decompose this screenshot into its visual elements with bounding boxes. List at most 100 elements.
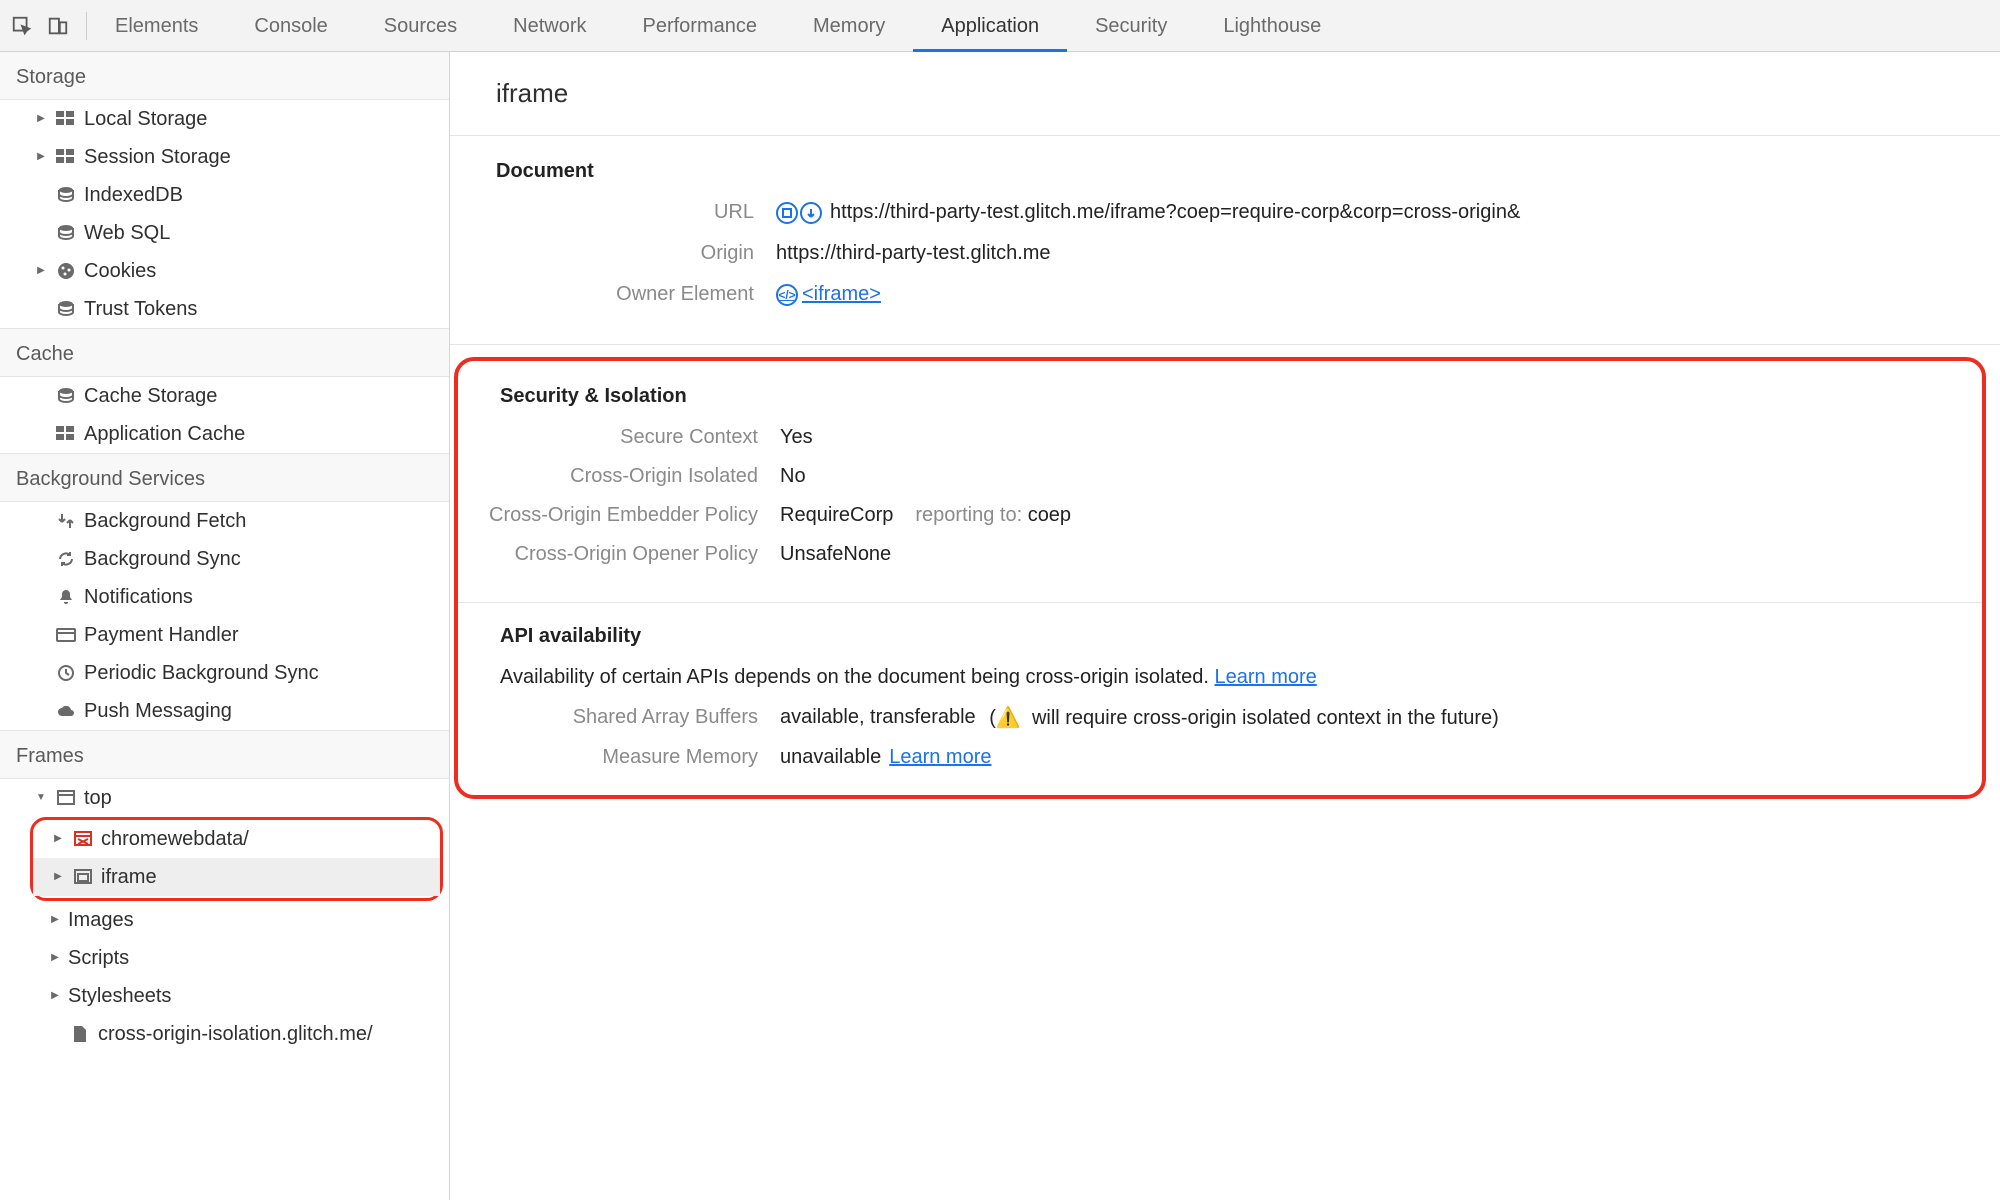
api-availability-section: API availability Availability of certain…: [458, 603, 1982, 769]
expand-arrow-icon: ▶: [48, 981, 62, 1011]
sidebar-item-chromewebdata[interactable]: ▶ chromewebdata/: [33, 820, 440, 858]
url-label: URL: [496, 201, 754, 224]
device-toolbar-icon[interactable]: [44, 12, 72, 40]
sidebar-item-bg-sync[interactable]: Background Sync: [0, 540, 449, 578]
sidebar-item-iframe[interactable]: ▶ iframe: [33, 858, 440, 896]
tree-label: Background Fetch: [84, 506, 246, 536]
row-url: URL https://third-party-test.glitch.me/i…: [496, 201, 1954, 224]
sidebar-item-local-storage[interactable]: ▶ Local Storage: [0, 100, 449, 138]
tree-label: iframe: [101, 862, 157, 892]
owner-element-link[interactable]: </> <iframe>: [776, 283, 881, 306]
sidebar-item-indexeddb[interactable]: IndexedDB: [0, 176, 449, 214]
devtools-tabs: Elements Console Sources Network Perform…: [95, 0, 1349, 52]
bell-icon: [54, 587, 78, 607]
tab-application[interactable]: Application: [913, 0, 1067, 52]
coi-value: No: [780, 465, 806, 488]
sidebar-item-payment-handler[interactable]: Payment Handler: [0, 616, 449, 654]
open-url-icon[interactable]: [800, 202, 822, 224]
origin-label: Origin: [496, 242, 754, 265]
inspect-element-icon[interactable]: [8, 12, 36, 40]
tab-sources[interactable]: Sources: [356, 0, 485, 52]
database-icon: [54, 185, 78, 205]
coep-reporting-label: reporting to:: [915, 504, 1022, 526]
sab-value: available, transferable: [780, 706, 976, 729]
expand-arrow-icon: ▶: [48, 943, 62, 973]
expand-arrow-icon: ▶: [48, 905, 62, 935]
cache-section-header: Cache: [0, 328, 449, 377]
sidebar-item-bg-fetch[interactable]: Background Fetch: [0, 502, 449, 540]
sidebar-item-notifications[interactable]: Notifications: [0, 578, 449, 616]
sidebar-item-websql[interactable]: Web SQL: [0, 214, 449, 252]
expand-arrow-icon: ▶: [51, 862, 65, 892]
clock-icon: [54, 663, 78, 683]
expand-arrow-icon: ▶: [34, 104, 48, 134]
devtools-toolbar: Elements Console Sources Network Perform…: [0, 0, 2000, 52]
fetch-icon: [54, 511, 78, 531]
api-header: API availability: [500, 625, 1942, 648]
tab-security[interactable]: Security: [1067, 0, 1195, 52]
tab-memory[interactable]: Memory: [785, 0, 913, 52]
sidebar-item-push-messaging[interactable]: Push Messaging: [0, 692, 449, 730]
origin-value: https://third-party-test.glitch.me: [776, 242, 1051, 265]
security-isolation-section: Security & Isolation Secure Context Yes …: [458, 363, 1982, 603]
card-icon: [54, 625, 78, 645]
cloud-icon: [54, 701, 78, 721]
tree-label: Application Cache: [84, 419, 245, 449]
toolbar-left-controls: [8, 12, 87, 40]
tree-label: Payment Handler: [84, 620, 239, 650]
sidebar-item-stylesheets[interactable]: ▶ Stylesheets: [0, 977, 449, 1015]
coep-label: Cross-Origin Embedder Policy: [470, 504, 758, 527]
tab-lighthouse[interactable]: Lighthouse: [1195, 0, 1349, 52]
tree-label: Periodic Background Sync: [84, 658, 319, 688]
owner-label: Owner Element: [496, 283, 754, 306]
storage-icon: [54, 147, 78, 167]
page-title: iframe: [450, 52, 2000, 136]
tree-label: IndexedDB: [84, 180, 183, 210]
coep-value: RequireCorp: [780, 504, 893, 527]
expand-arrow-icon: ▶: [34, 142, 48, 172]
tab-network[interactable]: Network: [485, 0, 614, 52]
tree-label: Notifications: [84, 582, 193, 612]
sync-icon: [54, 549, 78, 569]
frames-section-header: Frames: [0, 730, 449, 779]
owner-value: <iframe>: [802, 283, 881, 306]
sab-label: Shared Array Buffers: [500, 706, 758, 729]
document-section: Document URL https://third-party-test.gl…: [450, 136, 2000, 345]
row-coep: Cross-Origin Embedder Policy RequireCorp…: [500, 504, 1942, 527]
database-icon: [54, 299, 78, 319]
iframe-icon: [71, 867, 95, 887]
api-description: Availability of certain APIs depends on …: [500, 666, 1942, 689]
row-secure-context: Secure Context Yes: [500, 426, 1942, 449]
document-header: Document: [496, 160, 1954, 183]
sidebar-item-coi-file[interactable]: cross-origin-isolation.glitch.me/: [0, 1015, 449, 1053]
sidebar-item-app-cache[interactable]: Application Cache: [0, 415, 449, 453]
expand-arrow-icon: ▶: [34, 256, 48, 286]
frame-detail-panel: iframe Document URL https://third-party-…: [450, 52, 2000, 1200]
sidebar-item-images[interactable]: ▶ Images: [0, 901, 449, 939]
sidebar-item-session-storage[interactable]: ▶ Session Storage: [0, 138, 449, 176]
tab-console[interactable]: Console: [226, 0, 355, 52]
tab-performance[interactable]: Performance: [615, 0, 786, 52]
storage-section-header: Storage: [0, 52, 449, 100]
coi-label: Cross-Origin Isolated: [500, 465, 758, 488]
secure-context-value: Yes: [780, 426, 813, 449]
cookie-icon: [54, 261, 78, 281]
tab-elements[interactable]: Elements: [95, 0, 226, 52]
sidebar-item-cache-storage[interactable]: Cache Storage: [0, 377, 449, 415]
warning-icon: ⚠️: [996, 705, 1021, 730]
learn-more-link[interactable]: Learn more: [889, 746, 991, 769]
tree-label: Stylesheets: [68, 981, 171, 1011]
copy-url-icon[interactable]: [776, 202, 798, 224]
sidebar-item-cookies[interactable]: ▶ Cookies: [0, 252, 449, 290]
annotation-highlight-main: Security & Isolation Secure Context Yes …: [454, 357, 1986, 799]
element-icon: </>: [776, 284, 798, 306]
tree-label: Images: [68, 905, 134, 935]
learn-more-link[interactable]: Learn more: [1215, 666, 1317, 688]
application-sidebar: Storage ▶ Local Storage ▶ Session Storag…: [0, 52, 450, 1200]
coop-value: UnsafeNone: [780, 543, 891, 566]
sidebar-item-top-frame[interactable]: ▼ top: [0, 779, 449, 817]
sidebar-item-scripts[interactable]: ▶ Scripts: [0, 939, 449, 977]
sidebar-item-trust-tokens[interactable]: Trust Tokens: [0, 290, 449, 328]
sidebar-item-periodic-sync[interactable]: Periodic Background Sync: [0, 654, 449, 692]
row-coop: Cross-Origin Opener Policy UnsafeNone: [500, 543, 1942, 566]
